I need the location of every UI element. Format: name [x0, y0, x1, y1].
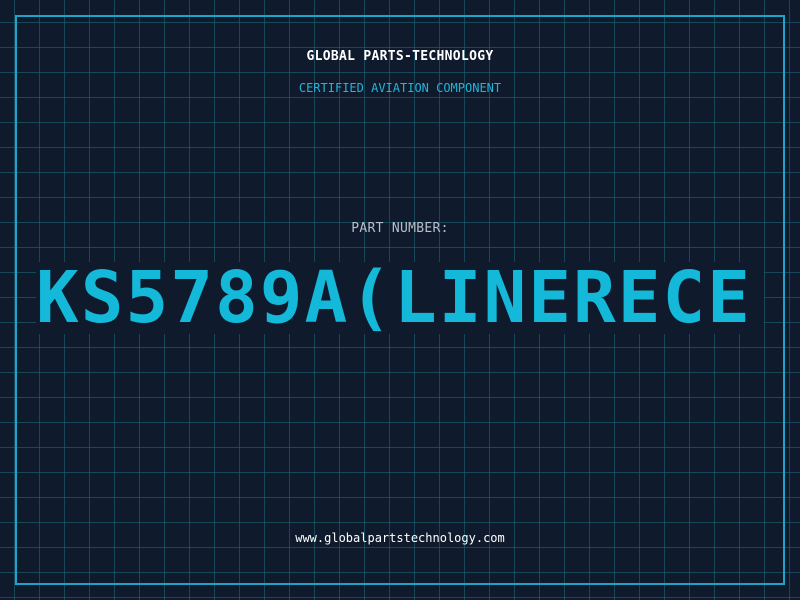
website-url: www.globalpartstechnology.com — [295, 531, 505, 545]
part-number-label: PART NUMBER: — [351, 221, 449, 236]
company-name: GLOBAL PARTS-TECHNOLOGY — [306, 49, 494, 64]
part-card: GLOBAL PARTS-TECHNOLOGY CERTIFIED AVIATI… — [0, 0, 800, 600]
part-number-value: KS5789A(LINERECE — [36, 262, 752, 334]
part-number-band: KS5789A(LINERECE — [36, 262, 764, 334]
certification-tagline: CERTIFIED AVIATION COMPONENT — [298, 81, 502, 95]
